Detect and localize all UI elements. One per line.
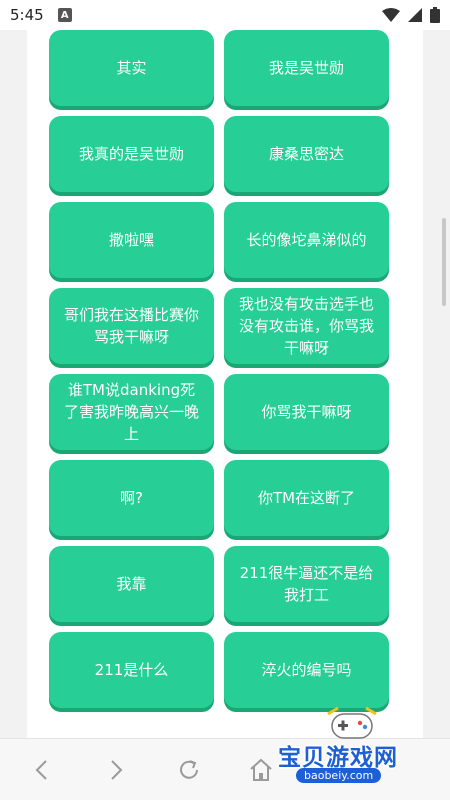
sound-button[interactable]: 你骂我干嘛呀 [224,374,389,450]
status-time: 5:45 [10,6,44,24]
status-bar: 5:45 A [0,0,450,30]
sound-button[interactable]: 211很牛逼还不是给我打工 [224,546,389,622]
sound-button[interactable]: 淬火的编号吗 [224,632,389,708]
refresh-icon[interactable] [176,757,202,783]
forward-icon[interactable] [102,757,128,783]
sound-button[interactable]: 哥们我在这播比赛你骂我干嘛呀 [49,288,214,364]
sound-button[interactable]: 长的像坨鼻涕似的 [224,202,389,278]
battery-icon [430,7,440,23]
scrollbar-thumb[interactable] [442,218,446,306]
sound-button[interactable]: 啊? [49,460,214,536]
sound-button[interactable]: 我是吴世勋 [224,30,389,106]
watermark-title: 宝贝游戏网 [278,745,398,771]
sound-button[interactable]: 我真的是吴世勋 [49,116,214,192]
watermark: 宝贝游戏网 baobeiy.com [270,706,440,798]
sound-button[interactable]: 其实 [49,30,214,106]
wifi-icon [382,8,400,22]
sound-button[interactable]: 康桑思密达 [224,116,389,192]
signal-icon [408,8,422,22]
sound-button[interactable]: 你TM在这断了 [224,460,389,536]
notification-icon: A [57,8,72,22]
sound-button[interactable]: 我靠 [49,546,214,622]
watermark-url: baobeiy.com [296,768,382,783]
status-icons [382,7,440,23]
sound-button[interactable]: 211是什么 [49,632,214,708]
sound-button-grid: 其实 我是吴世勋 我真的是吴世勋 康桑思密达 撒啦嘿 长的像坨鼻涕似的 哥们我在… [49,30,389,708]
gamepad-icon [327,706,377,739]
sound-button[interactable]: 谁TM说danking死了害我昨晚高兴一晚上 [49,374,214,450]
back-icon[interactable] [30,757,56,783]
sound-button[interactable]: 我也没有攻击选手也没有攻击谁，你骂我干嘛呀 [224,288,389,364]
sound-button[interactable]: 撒啦嘿 [49,202,214,278]
